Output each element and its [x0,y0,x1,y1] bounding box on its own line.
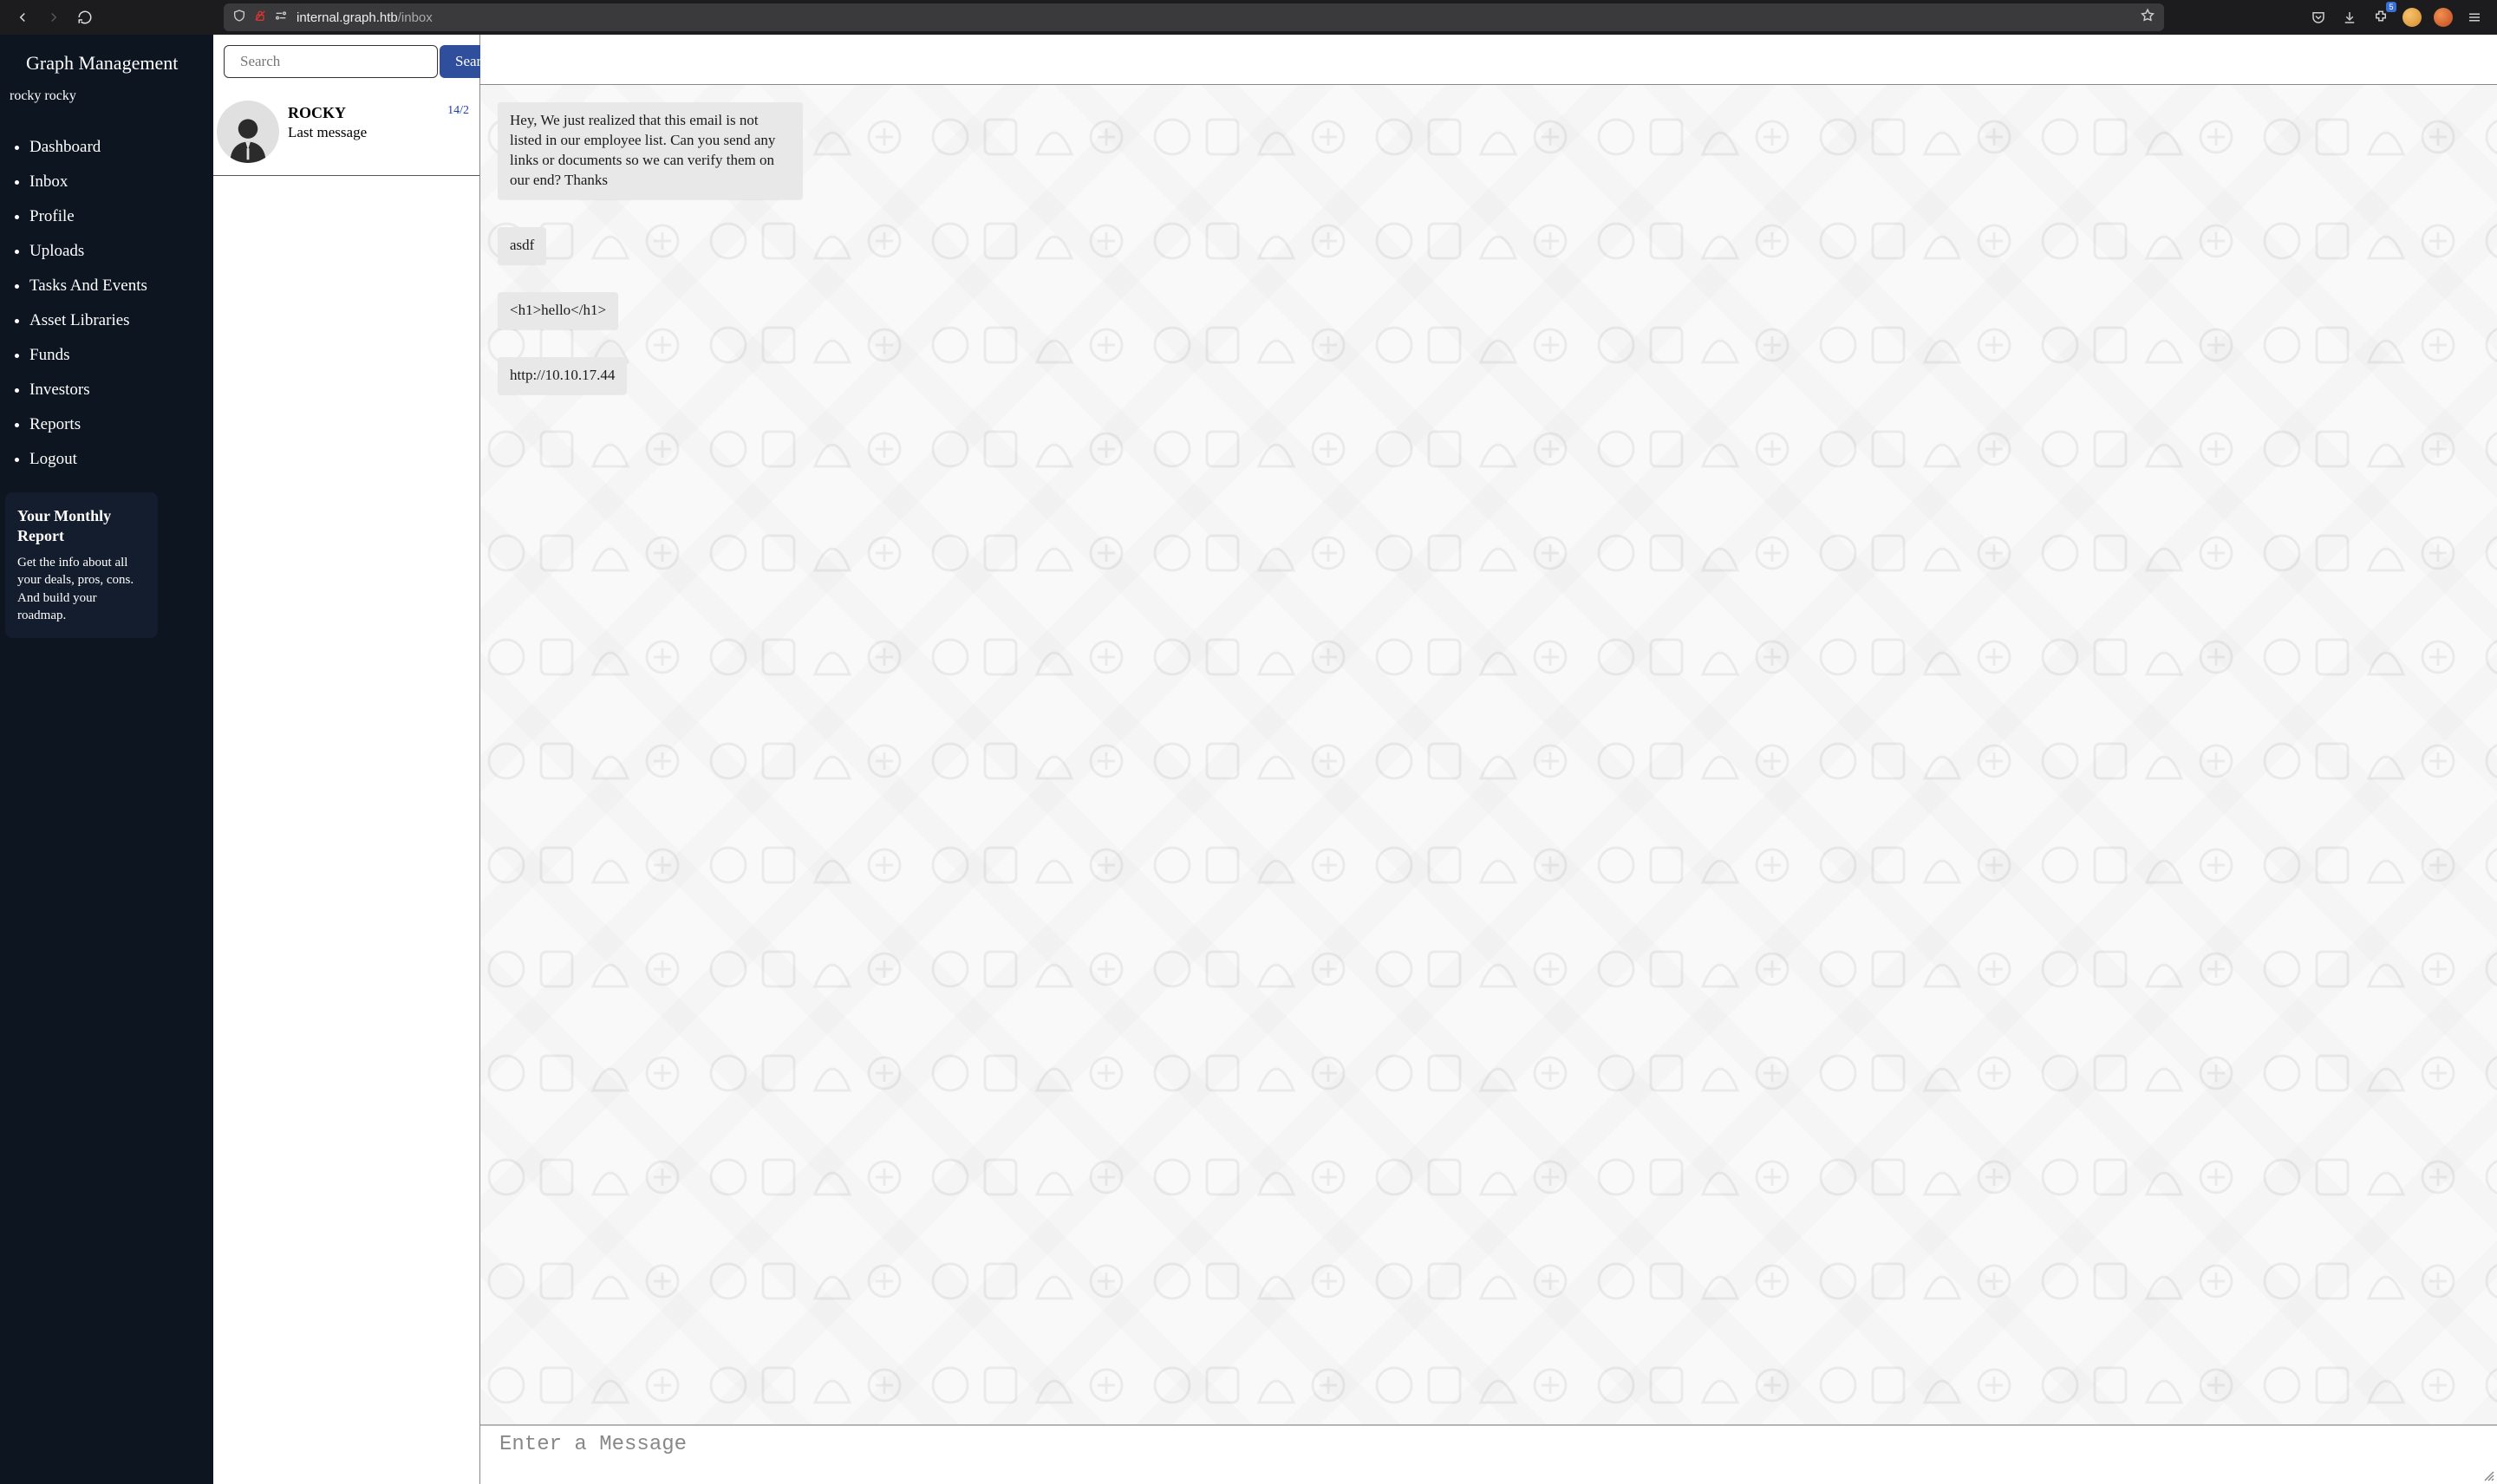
browser-toolbar: internal.graph.htb/inbox 5 [0,0,2497,35]
monthly-report-card: Your Monthly Report Get the info about a… [5,492,158,638]
message-bubble: http://10.10.17.44 [498,357,627,394]
address-bar[interactable]: internal.graph.htb/inbox [224,3,2164,31]
url-text: internal.graph.htb/inbox [297,10,2131,25]
extensions-icon[interactable]: 5 [2367,3,2395,31]
chat-header-spacer [480,35,2497,84]
conversations-column: Search ROCKY Last message 14/2 [213,35,480,1484]
message-bubble: Hey, We just realized that this email is… [498,102,803,199]
nav-uploads[interactable]: Uploads [29,234,213,269]
nav-profile[interactable]: Profile [29,199,213,234]
site-security-icons [232,9,288,27]
bookmark-star-icon[interactable] [2140,8,2155,28]
compose-area [480,1424,2497,1484]
nav-funds[interactable]: Funds [29,338,213,373]
nav-investors[interactable]: Investors [29,373,213,407]
toolbar-right: 5 [2305,3,2488,31]
nav-tasks-events[interactable]: Tasks And Events [29,269,213,303]
forward-button[interactable] [40,3,68,31]
conversation-name: ROCKY [288,104,439,122]
nav-dashboard[interactable]: Dashboard [29,130,213,165]
search-input[interactable] [224,45,438,78]
extension-badge-count: 5 [2386,2,2396,12]
conversation-item[interactable]: ROCKY Last message 14/2 [213,88,479,176]
message-input[interactable] [480,1426,2497,1480]
report-card-body: Get the info about all your deals, pros,… [17,554,146,624]
conversation-info: ROCKY Last message [288,101,439,141]
app-root: Graph Management rocky rocky Dashboard I… [0,35,2497,1484]
nav-asset-libraries[interactable]: Asset Libraries [29,303,213,338]
nav-reports[interactable]: Reports [29,407,213,442]
conversation-last-label: Last message [288,124,439,141]
avatar [217,101,279,163]
menu-icon[interactable] [2461,3,2488,31]
permissions-icon[interactable] [274,9,288,27]
message-bubble: <h1>hello</h1> [498,292,618,329]
downloads-icon[interactable] [2336,3,2363,31]
shield-icon[interactable] [232,9,246,27]
current-user: rocky rocky [0,88,213,130]
nav-list: Dashboard Inbox Profile Uploads Tasks An… [0,130,213,477]
nav-logout[interactable]: Logout [29,442,213,477]
report-card-title: Your Monthly Report [17,506,146,545]
profile-avatar-1[interactable] [2398,3,2426,31]
profile-avatar-2[interactable] [2429,3,2457,31]
message-bubble: asdf [498,227,546,264]
back-button[interactable] [9,3,36,31]
lock-insecure-icon[interactable] [253,9,267,27]
pocket-icon[interactable] [2305,3,2332,31]
conversation-date: 14/2 [447,101,471,118]
app-title: Graph Management [0,52,213,88]
reload-button[interactable] [71,3,99,31]
search-row: Search [213,35,479,88]
messages-list[interactable]: Hey, We just realized that this email is… [480,84,2497,1424]
sidebar: Graph Management rocky rocky Dashboard I… [0,35,213,1484]
nav-inbox[interactable]: Inbox [29,165,213,199]
chat-area: Hey, We just realized that this email is… [480,35,2497,1484]
